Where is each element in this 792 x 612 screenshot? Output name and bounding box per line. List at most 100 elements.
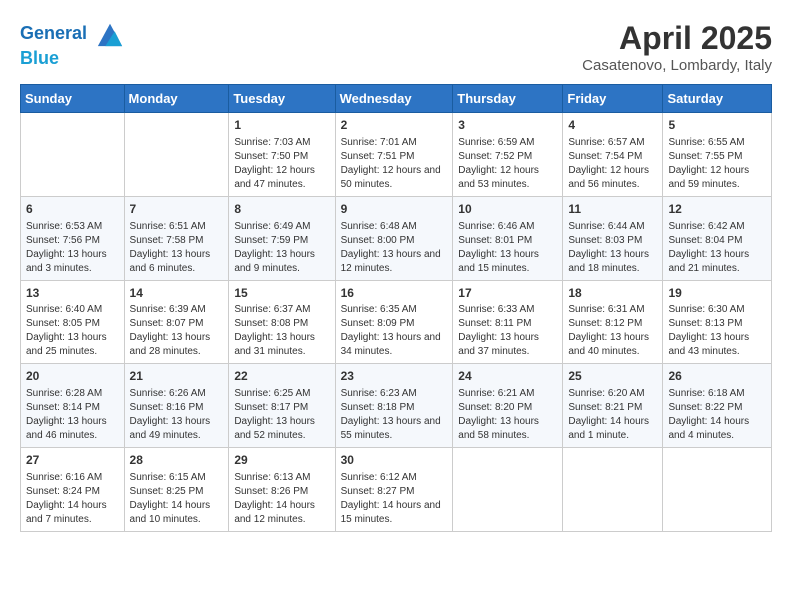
day-number: 23 <box>341 368 448 385</box>
day-info: Sunrise: 6:35 AM Sunset: 8:09 PM Dayligh… <box>341 303 448 359</box>
day-info: Sunrise: 6:23 AM Sunset: 8:18 PM Dayligh… <box>341 387 448 443</box>
day-number: 3 <box>458 117 557 134</box>
calendar-cell: 5Sunrise: 6:55 AM Sunset: 7:55 PM Daylig… <box>663 113 772 197</box>
day-info: Sunrise: 6:31 AM Sunset: 8:12 PM Dayligh… <box>568 303 657 359</box>
calendar-cell: 6 Sunrise: 6:53 AM Sunset: 7:56 PM Daylig… <box>21 196 125 280</box>
calendar-cell: 9Sunrise: 6:48 AM Sunset: 8:00 PM Daylig… <box>335 196 453 280</box>
day-info: Sunrise: 6:26 AM Sunset: 8:16 PM Dayligh… <box>130 387 224 443</box>
calendar-cell <box>21 113 125 197</box>
calendar-cell: 12Sunrise: 6:42 AM Sunset: 8:04 PM Dayli… <box>663 196 772 280</box>
calendar-cell: 21 Sunrise: 6:26 AM Sunset: 8:16 PM Dayli… <box>124 364 229 448</box>
day-number: 19 <box>668 285 766 302</box>
day-number: 7 <box>130 201 224 218</box>
day-info: Sunrise: 6:28 AM Sunset: 8:14 PM Dayligh… <box>26 387 119 443</box>
calendar-cell: 24Sunrise: 6:21 AM Sunset: 8:20 PM Dayli… <box>453 364 563 448</box>
day-number: 12 <box>668 201 766 218</box>
day-number: 5 <box>668 117 766 134</box>
day-info: Sunrise: 6:16 AM Sunset: 8:24 PM Dayligh… <box>26 471 119 527</box>
calendar-cell <box>124 113 229 197</box>
day-number: 9 <box>341 201 448 218</box>
month-title: April 2025 <box>582 20 772 57</box>
calendar-cell: 19Sunrise: 6:30 AM Sunset: 8:13 PM Dayli… <box>663 280 772 364</box>
day-number: 27 <box>26 452 119 469</box>
location: Casatenovo, Lombardy, Italy <box>582 57 772 74</box>
day-info: Sunrise: 6:39 AM Sunset: 8:07 PM Dayligh… <box>130 303 224 359</box>
day-info: Sunrise: 6:12 AM Sunset: 8:27 PM Dayligh… <box>341 471 448 527</box>
weekday-header: Thursday <box>453 85 563 113</box>
day-number: 1 <box>234 117 329 134</box>
weekday-header-row: SundayMondayTuesdayWednesdayThursdayFrid… <box>21 85 772 113</box>
calendar-cell: 26 Sunrise: 6:18 AM Sunset: 8:22 PM Dayli… <box>663 364 772 448</box>
calendar-cell: 30 Sunrise: 6:12 AM Sunset: 8:27 PM Dayli… <box>335 448 453 532</box>
day-number: 30 <box>341 452 448 469</box>
day-number: 18 <box>568 285 657 302</box>
calendar-cell: 22Sunrise: 6:25 AM Sunset: 8:17 PM Dayli… <box>229 364 335 448</box>
day-number: 22 <box>234 368 329 385</box>
day-number: 28 <box>130 452 224 469</box>
calendar-cell: 4 Sunrise: 6:57 AM Sunset: 7:54 PM Daylig… <box>563 113 663 197</box>
weekday-header: Sunday <box>21 85 125 113</box>
calendar-week-row: 6 Sunrise: 6:53 AM Sunset: 7:56 PM Daylig… <box>21 196 772 280</box>
day-info: Sunrise: 6:44 AM Sunset: 8:03 PM Dayligh… <box>568 220 657 276</box>
day-number: 13 <box>26 285 119 302</box>
calendar-table: SundayMondayTuesdayWednesdayThursdayFrid… <box>20 84 772 532</box>
day-number: 26 <box>668 368 766 385</box>
day-info: Sunrise: 6:40 AM Sunset: 8:05 PM Dayligh… <box>26 303 119 359</box>
calendar-week-row: 13Sunrise: 6:40 AM Sunset: 8:05 PM Dayli… <box>21 280 772 364</box>
calendar-week-row: 1 Sunrise: 7:03 AM Sunset: 7:50 PM Daylig… <box>21 113 772 197</box>
weekday-header: Saturday <box>663 85 772 113</box>
day-info: Sunrise: 6:15 AM Sunset: 8:25 PM Dayligh… <box>130 471 224 527</box>
calendar-cell: 20 Sunrise: 6:28 AM Sunset: 8:14 PM Dayli… <box>21 364 125 448</box>
day-info: Sunrise: 6:13 AM Sunset: 8:26 PM Dayligh… <box>234 471 329 527</box>
calendar-cell: 18Sunrise: 6:31 AM Sunset: 8:12 PM Dayli… <box>563 280 663 364</box>
day-number: 11 <box>568 201 657 218</box>
day-info: Sunrise: 6:20 AM Sunset: 8:21 PM Dayligh… <box>568 387 657 443</box>
day-number: 6 <box>26 201 119 218</box>
day-info: Sunrise: 6:33 AM Sunset: 8:11 PM Dayligh… <box>458 303 557 359</box>
day-number: 2 <box>341 117 448 134</box>
day-number: 4 <box>568 117 657 134</box>
calendar-cell: 23 Sunrise: 6:23 AM Sunset: 8:18 PM Dayli… <box>335 364 453 448</box>
calendar-cell <box>663 448 772 532</box>
calendar-cell: 17Sunrise: 6:33 AM Sunset: 8:11 PM Dayli… <box>453 280 563 364</box>
calendar-cell: 3Sunrise: 6:59 AM Sunset: 7:52 PM Daylig… <box>453 113 563 197</box>
title-block: April 2025 Casatenovo, Lombardy, Italy <box>582 20 772 74</box>
day-info: Sunrise: 6:46 AM Sunset: 8:01 PM Dayligh… <box>458 220 557 276</box>
calendar-cell <box>453 448 563 532</box>
day-number: 20 <box>26 368 119 385</box>
calendar-week-row: 27 Sunrise: 6:16 AM Sunset: 8:24 PM Dayli… <box>21 448 772 532</box>
logo-icon <box>96 20 124 48</box>
logo: General Blue <box>20 20 124 70</box>
day-info: Sunrise: 6:51 AM Sunset: 7:58 PM Dayligh… <box>130 220 224 276</box>
day-info: Sunrise: 7:03 AM Sunset: 7:50 PM Dayligh… <box>234 136 329 192</box>
day-info: Sunrise: 6:21 AM Sunset: 8:20 PM Dayligh… <box>458 387 557 443</box>
day-info: Sunrise: 7:01 AM Sunset: 7:51 PM Dayligh… <box>341 136 448 192</box>
calendar-cell: 11 Sunrise: 6:44 AM Sunset: 8:03 PM Dayli… <box>563 196 663 280</box>
day-info: Sunrise: 6:18 AM Sunset: 8:22 PM Dayligh… <box>668 387 766 443</box>
calendar-cell: 2 Sunrise: 7:01 AM Sunset: 7:51 PM Daylig… <box>335 113 453 197</box>
weekday-header: Monday <box>124 85 229 113</box>
day-info: Sunrise: 6:57 AM Sunset: 7:54 PM Dayligh… <box>568 136 657 192</box>
calendar-cell: 14Sunrise: 6:39 AM Sunset: 8:07 PM Dayli… <box>124 280 229 364</box>
weekday-header: Tuesday <box>229 85 335 113</box>
calendar-cell: 16Sunrise: 6:35 AM Sunset: 8:09 PM Dayli… <box>335 280 453 364</box>
day-number: 25 <box>568 368 657 385</box>
calendar-cell: 28 Sunrise: 6:15 AM Sunset: 8:25 PM Dayli… <box>124 448 229 532</box>
day-number: 14 <box>130 285 224 302</box>
calendar-cell: 8Sunrise: 6:49 AM Sunset: 7:59 PM Daylig… <box>229 196 335 280</box>
weekday-header: Wednesday <box>335 85 453 113</box>
day-number: 21 <box>130 368 224 385</box>
day-number: 8 <box>234 201 329 218</box>
calendar-cell: 10Sunrise: 6:46 AM Sunset: 8:01 PM Dayli… <box>453 196 563 280</box>
calendar-week-row: 20 Sunrise: 6:28 AM Sunset: 8:14 PM Dayli… <box>21 364 772 448</box>
logo-general: General <box>20 23 87 43</box>
calendar-cell: 27 Sunrise: 6:16 AM Sunset: 8:24 PM Dayli… <box>21 448 125 532</box>
calendar-cell <box>563 448 663 532</box>
calendar-cell: 25 Sunrise: 6:20 AM Sunset: 8:21 PM Dayli… <box>563 364 663 448</box>
day-info: Sunrise: 6:53 AM Sunset: 7:56 PM Dayligh… <box>26 220 119 276</box>
calendar-cell: 15Sunrise: 6:37 AM Sunset: 8:08 PM Dayli… <box>229 280 335 364</box>
calendar-cell: 1 Sunrise: 7:03 AM Sunset: 7:50 PM Daylig… <box>229 113 335 197</box>
page-header: General Blue April 2025 Casatenovo, Lomb… <box>20 20 772 74</box>
day-info: Sunrise: 6:30 AM Sunset: 8:13 PM Dayligh… <box>668 303 766 359</box>
calendar-cell: 13Sunrise: 6:40 AM Sunset: 8:05 PM Dayli… <box>21 280 125 364</box>
